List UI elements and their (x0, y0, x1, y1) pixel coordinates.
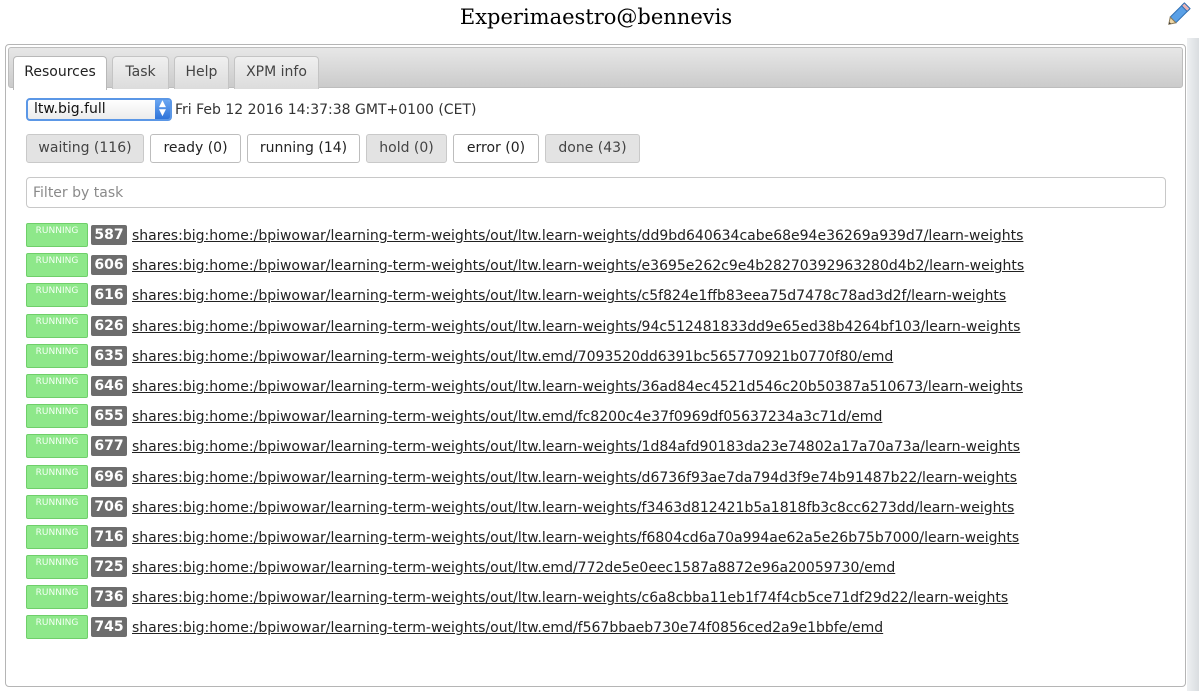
state-badge: RUNNING (26, 223, 88, 247)
job-id-badge: 616 (91, 285, 127, 306)
job-path-link[interactable]: shares:big:home:/bpiwowar/learning-term-… (132, 438, 1020, 456)
job-row: RUNNING 626 shares:big:home:/bpiwowar/le… (26, 313, 1176, 344)
timestamp: Fri Feb 12 2016 14:37:38 GMT+0100 (CET) (175, 102, 477, 118)
state-badge: RUNNING (26, 404, 88, 429)
filter-hold-button[interactable]: hold (0) (366, 134, 447, 163)
window-edge (1187, 38, 1199, 691)
filter-error-button[interactable]: error (0) (453, 134, 539, 163)
job-id-badge: 745 (91, 617, 127, 638)
job-path-link[interactable]: shares:big:home:/bpiwowar/learning-term-… (132, 227, 1023, 245)
job-id-badge: 655 (91, 406, 127, 427)
state-badge: RUNNING (26, 253, 88, 278)
job-row: RUNNING 706 shares:big:home:/bpiwowar/le… (26, 494, 1176, 525)
job-row: RUNNING 677 shares:big:home:/bpiwowar/le… (26, 434, 1176, 464)
job-row: RUNNING 716 shares:big:home:/bpiwowar/le… (26, 524, 1176, 555)
state-badge: RUNNING (26, 555, 88, 580)
tab-bar: Resources Task Help XPM info (8, 47, 1183, 90)
state-badge: RUNNING (26, 283, 88, 308)
job-path-link[interactable]: shares:big:home:/bpiwowar/learning-term-… (132, 529, 1019, 547)
filter-running-button[interactable]: running (14) (247, 134, 360, 163)
tab-task[interactable]: Task (112, 56, 169, 89)
job-id-badge: 626 (91, 315, 127, 336)
job-row: RUNNING 646 shares:big:home:/bpiwowar/le… (26, 373, 1176, 404)
job-row: RUNNING 655 shares:big:home:/bpiwowar/le… (26, 404, 1176, 434)
job-path-link[interactable]: shares:big:home:/bpiwowar/learning-term-… (132, 287, 1006, 305)
filter-by-task-input[interactable] (26, 177, 1166, 208)
job-row: RUNNING 587 shares:big:home:/bpiwowar/le… (26, 223, 1176, 253)
state-badge: RUNNING (26, 464, 88, 489)
job-id-badge: 706 (91, 496, 127, 517)
pencil-icon[interactable] (1163, 0, 1193, 30)
main-panel: Resources Task Help XPM info ltw.big.ful… (5, 44, 1186, 687)
job-row: RUNNING 635 shares:big:home:/bpiwowar/le… (26, 343, 1176, 374)
job-row: RUNNING 745 shares:big:home:/bpiwowar/le… (26, 615, 1176, 645)
job-path-link[interactable]: shares:big:home:/bpiwowar/learning-term-… (132, 469, 1017, 487)
state-badge: RUNNING (26, 524, 88, 549)
state-badge: RUNNING (26, 373, 88, 398)
state-badge: RUNNING (26, 313, 88, 338)
job-id-badge: 677 (91, 436, 127, 457)
job-row: RUNNING 736 shares:big:home:/bpiwowar/le… (26, 585, 1176, 615)
job-path-link[interactable]: shares:big:home:/bpiwowar/learning-term-… (132, 559, 895, 577)
job-path-link[interactable]: shares:big:home:/bpiwowar/learning-term-… (132, 589, 1008, 607)
job-row: RUNNING 696 shares:big:home:/bpiwowar/le… (26, 464, 1176, 495)
state-badge: RUNNING (26, 434, 88, 459)
state-badge: RUNNING (26, 343, 88, 368)
job-path-link[interactable]: shares:big:home:/bpiwowar/learning-term-… (132, 619, 883, 637)
job-id-badge: 646 (91, 375, 127, 396)
tab-xpm-info[interactable]: XPM info (234, 56, 319, 89)
job-id-badge: 587 (91, 225, 127, 245)
tab-resources[interactable]: Resources (13, 56, 107, 90)
job-path-link[interactable]: shares:big:home:/bpiwowar/learning-term-… (132, 318, 1020, 336)
tab-help[interactable]: Help (174, 56, 229, 89)
state-badge: RUNNING (26, 494, 88, 519)
job-id-badge: 736 (91, 587, 127, 608)
job-id-badge: 635 (91, 345, 127, 366)
filter-done-button[interactable]: done (43) (545, 134, 640, 163)
job-path-link[interactable]: shares:big:home:/bpiwowar/learning-term-… (132, 348, 893, 366)
filter-waiting-button[interactable]: waiting (116) (26, 134, 144, 163)
state-badge: RUNNING (26, 615, 88, 640)
job-row: RUNNING 725 shares:big:home:/bpiwowar/le… (26, 555, 1176, 585)
page-title: Experimaestro@bennevis (459, 5, 733, 29)
job-row: RUNNING 606 shares:big:home:/bpiwowar/le… (26, 253, 1176, 283)
job-path-link[interactable]: shares:big:home:/bpiwowar/learning-term-… (132, 408, 882, 426)
job-path-link[interactable]: shares:big:home:/bpiwowar/learning-term-… (132, 378, 1023, 396)
job-id-badge: 606 (91, 255, 127, 276)
job-id-badge: 696 (91, 466, 127, 487)
job-path-link[interactable]: shares:big:home:/bpiwowar/learning-term-… (132, 257, 1024, 275)
state-badge: RUNNING (26, 585, 88, 610)
task-select[interactable]: ltw.big.full ▲ ▼ (26, 98, 172, 121)
filter-ready-button[interactable]: ready (0) (150, 134, 241, 163)
job-list: RUNNING 587 shares:big:home:/bpiwowar/le… (26, 223, 1176, 646)
job-id-badge: 725 (91, 557, 127, 578)
job-row: RUNNING 616 shares:big:home:/bpiwowar/le… (26, 283, 1176, 313)
job-path-link[interactable]: shares:big:home:/bpiwowar/learning-term-… (132, 499, 1014, 517)
job-id-badge: 716 (91, 526, 127, 547)
chevron-up-down-icon: ▲ ▼ (155, 100, 170, 119)
task-select-value: ltw.big.full (34, 101, 106, 117)
